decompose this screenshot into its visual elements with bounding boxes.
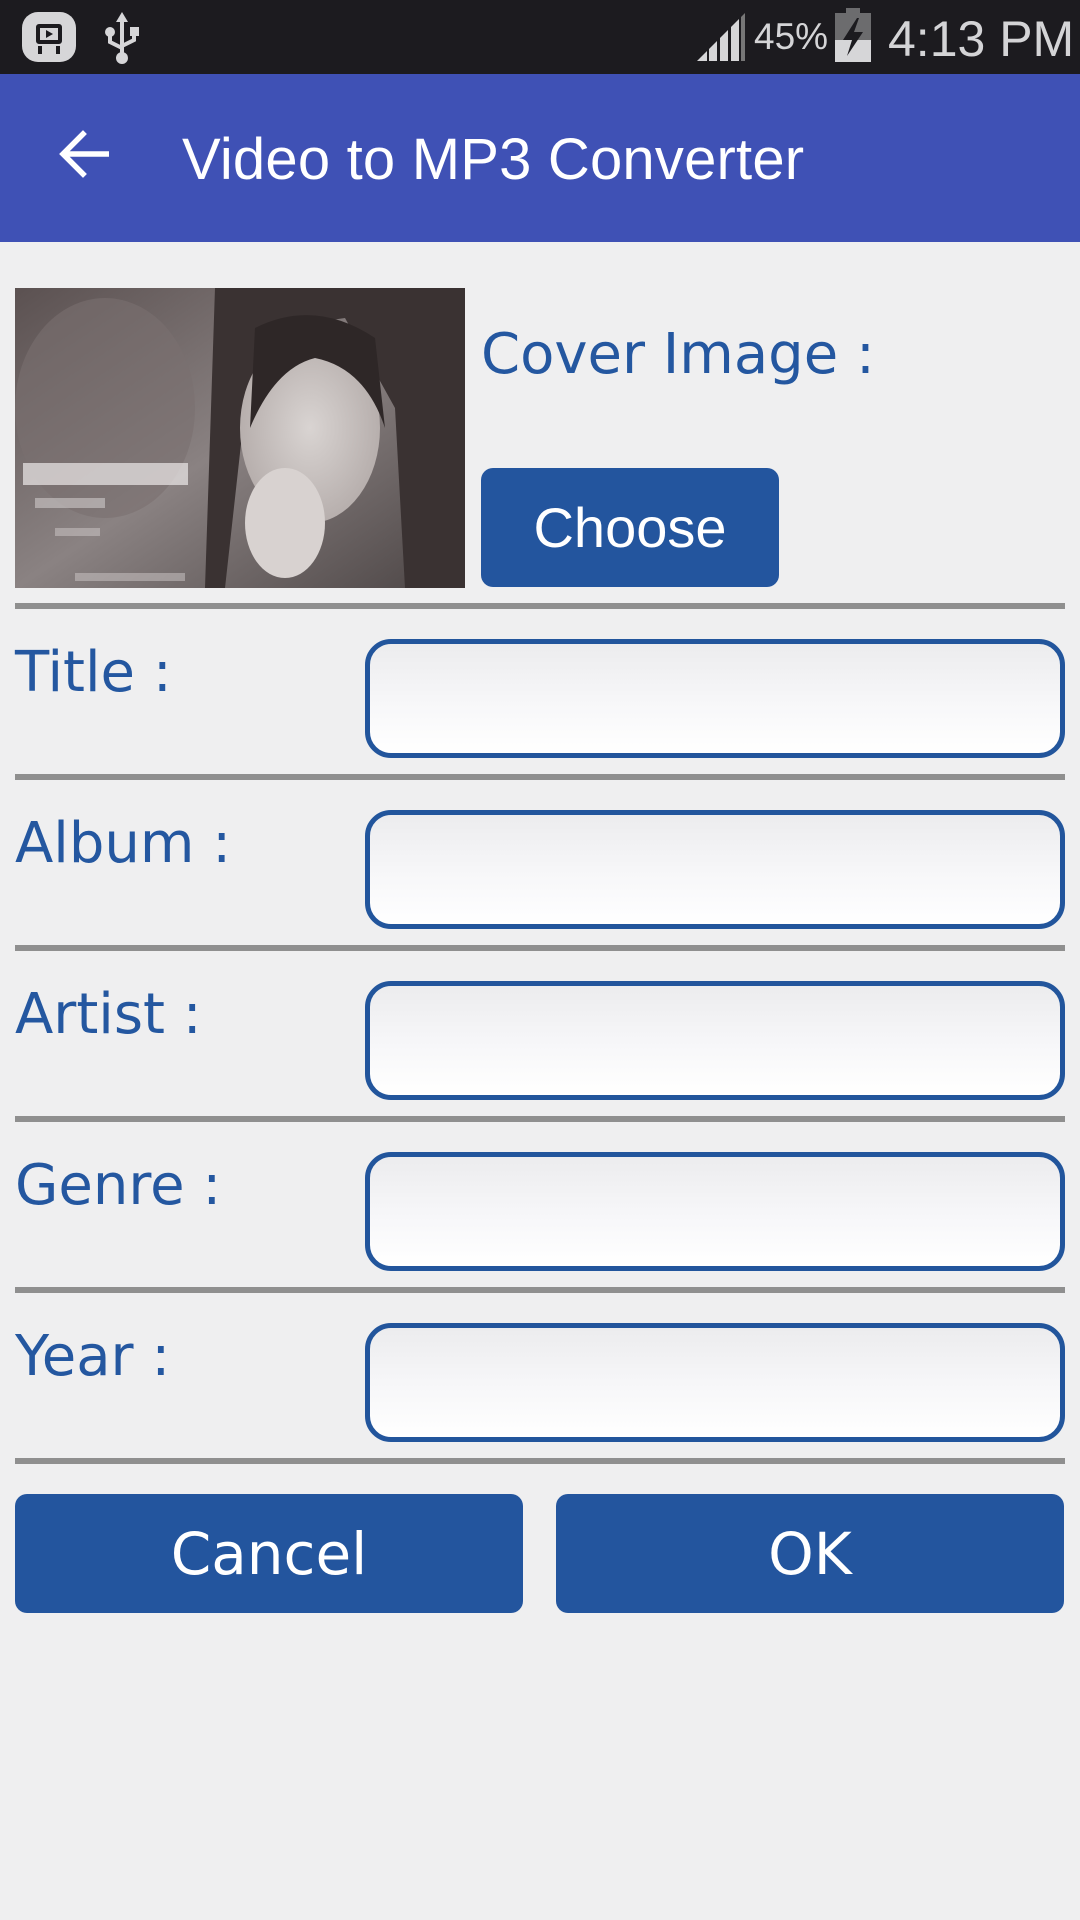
title-input[interactable]: [365, 639, 1065, 758]
title-label: Title :: [15, 640, 172, 705]
app-bar: Video to MP3 Converter: [0, 74, 1080, 242]
usb-icon: [105, 12, 139, 64]
choose-cover-button[interactable]: Choose: [481, 468, 779, 587]
divider: [15, 774, 1065, 780]
cover-image-thumbnail: [15, 288, 465, 588]
year-input[interactable]: [365, 1323, 1065, 1442]
clock: 4:13 PM: [888, 11, 1075, 67]
status-bar: 45% 4:13 PM: [0, 0, 1080, 74]
app-title: Video to MP3 Converter: [182, 127, 805, 192]
genre-label: Genre :: [15, 1153, 222, 1218]
artist-input[interactable]: [365, 981, 1065, 1100]
artist-label: Artist :: [15, 982, 202, 1047]
divider: [15, 1458, 1065, 1464]
divider: [15, 1287, 1065, 1293]
back-arrow-icon: [59, 130, 109, 178]
year-label: Year :: [15, 1324, 171, 1389]
signal-icon: [697, 13, 745, 61]
divider: [15, 603, 1065, 609]
divider: [15, 945, 1065, 951]
app-notification-icon: [22, 12, 76, 62]
battery-percent: 45%: [754, 16, 829, 57]
genre-input[interactable]: [365, 1152, 1065, 1271]
divider: [15, 1116, 1065, 1122]
cover-image-label: Cover Image :: [481, 322, 875, 387]
album-label: Album :: [15, 811, 232, 876]
cancel-button[interactable]: Cancel: [15, 1494, 523, 1613]
back-button[interactable]: [48, 118, 120, 190]
battery-charging-icon: [835, 8, 871, 62]
album-input[interactable]: [365, 810, 1065, 929]
ok-button[interactable]: OK: [556, 1494, 1064, 1613]
